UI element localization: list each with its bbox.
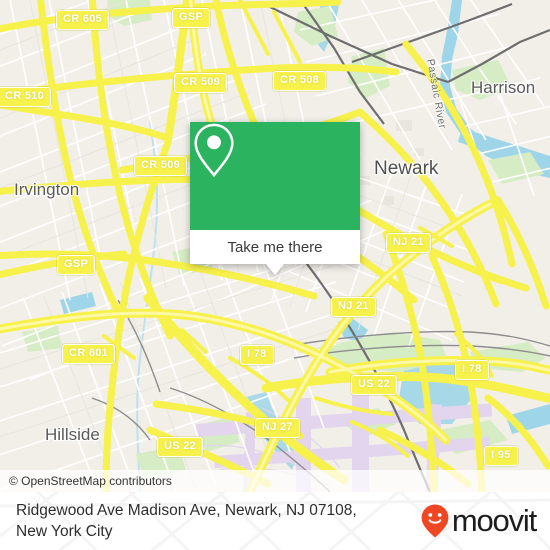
take-me-there-label: Take me there <box>227 238 323 256</box>
road-shield-label: I 78 <box>462 363 482 375</box>
moovit-wordmark: moovit <box>451 503 537 538</box>
footer-bar: Ridgewood Ave Madison Ave, Newark, NJ 07… <box>0 492 550 550</box>
place-label: Hillside <box>45 425 100 444</box>
road-shield-label: US 22 <box>358 378 391 390</box>
map-attribution: © OpenStreetMap contributors <box>0 470 550 492</box>
road-shield: CR 605 <box>56 10 110 30</box>
road-shield-label: GSP <box>179 11 204 23</box>
place-label: Newark <box>374 158 439 179</box>
address-line-2: New York City <box>16 523 113 540</box>
address-block: Ridgewood Ave Madison Ave, Newark, NJ 07… <box>0 500 357 542</box>
location-popup[interactable]: Take me there <box>190 122 360 275</box>
road-shield-label: NJ 21 <box>338 300 369 312</box>
moovit-brand[interactable]: moovit <box>420 503 537 539</box>
moovit-map-screenshot: .rd { stroke:#f7f14b; fill:none; stroke-… <box>0 0 550 550</box>
road-shield: US 22 <box>351 375 398 395</box>
road-shield-label: US 22 <box>164 440 197 452</box>
popup-icon-area <box>190 122 360 230</box>
map-pin-icon <box>194 123 234 178</box>
road-shield-label: NJ 27 <box>262 421 293 433</box>
road-shield-label: CR 508 <box>280 74 320 86</box>
road-shield: GSP <box>57 255 96 275</box>
osm-attribution-text: © OpenStreetMap contributors <box>9 474 172 488</box>
road-shield: NJ 21 <box>331 297 376 317</box>
road-shield: GSP <box>172 8 211 28</box>
road-shield: CR 510 <box>0 87 52 107</box>
popup-tail <box>266 264 284 275</box>
place-label: Harrison <box>471 78 536 97</box>
road-shield-label: I 78 <box>247 348 267 360</box>
moovit-pin-icon <box>421 504 449 538</box>
road-shield-label: CR 510 <box>5 90 45 102</box>
road-shield-label: CR 605 <box>63 13 103 25</box>
place-label: Irvington <box>14 180 80 199</box>
road-shield: NJ 27 <box>255 418 300 438</box>
road-shield: I 95 <box>484 446 518 466</box>
road-shield: CR 509 <box>134 156 188 176</box>
road-shield: CR 601 <box>62 344 116 364</box>
road-shield-label: I 95 <box>491 449 511 461</box>
road-shield: I 78 <box>455 360 489 380</box>
road-shield-label: CR 509 <box>181 76 221 88</box>
road-shield-label: GSP <box>64 258 89 270</box>
road-shield-label: NJ 21 <box>393 236 424 248</box>
road-shield: I 78 <box>240 345 274 365</box>
map-canvas[interactable]: .rd { stroke:#f7f14b; fill:none; stroke-… <box>0 0 550 492</box>
road-shield-label: CR 509 <box>141 159 181 171</box>
address-line-1: Ridgewood Ave Madison Ave, Newark, NJ 07… <box>16 502 357 519</box>
road-shield: NJ 21 <box>386 233 431 253</box>
road-shield-label: CR 601 <box>69 347 109 359</box>
road-shield: US 22 <box>157 437 204 457</box>
take-me-there-button[interactable]: Take me there <box>190 230 360 264</box>
road-shield: CR 509 <box>174 73 228 93</box>
road-shield: CR 508 <box>273 71 327 91</box>
